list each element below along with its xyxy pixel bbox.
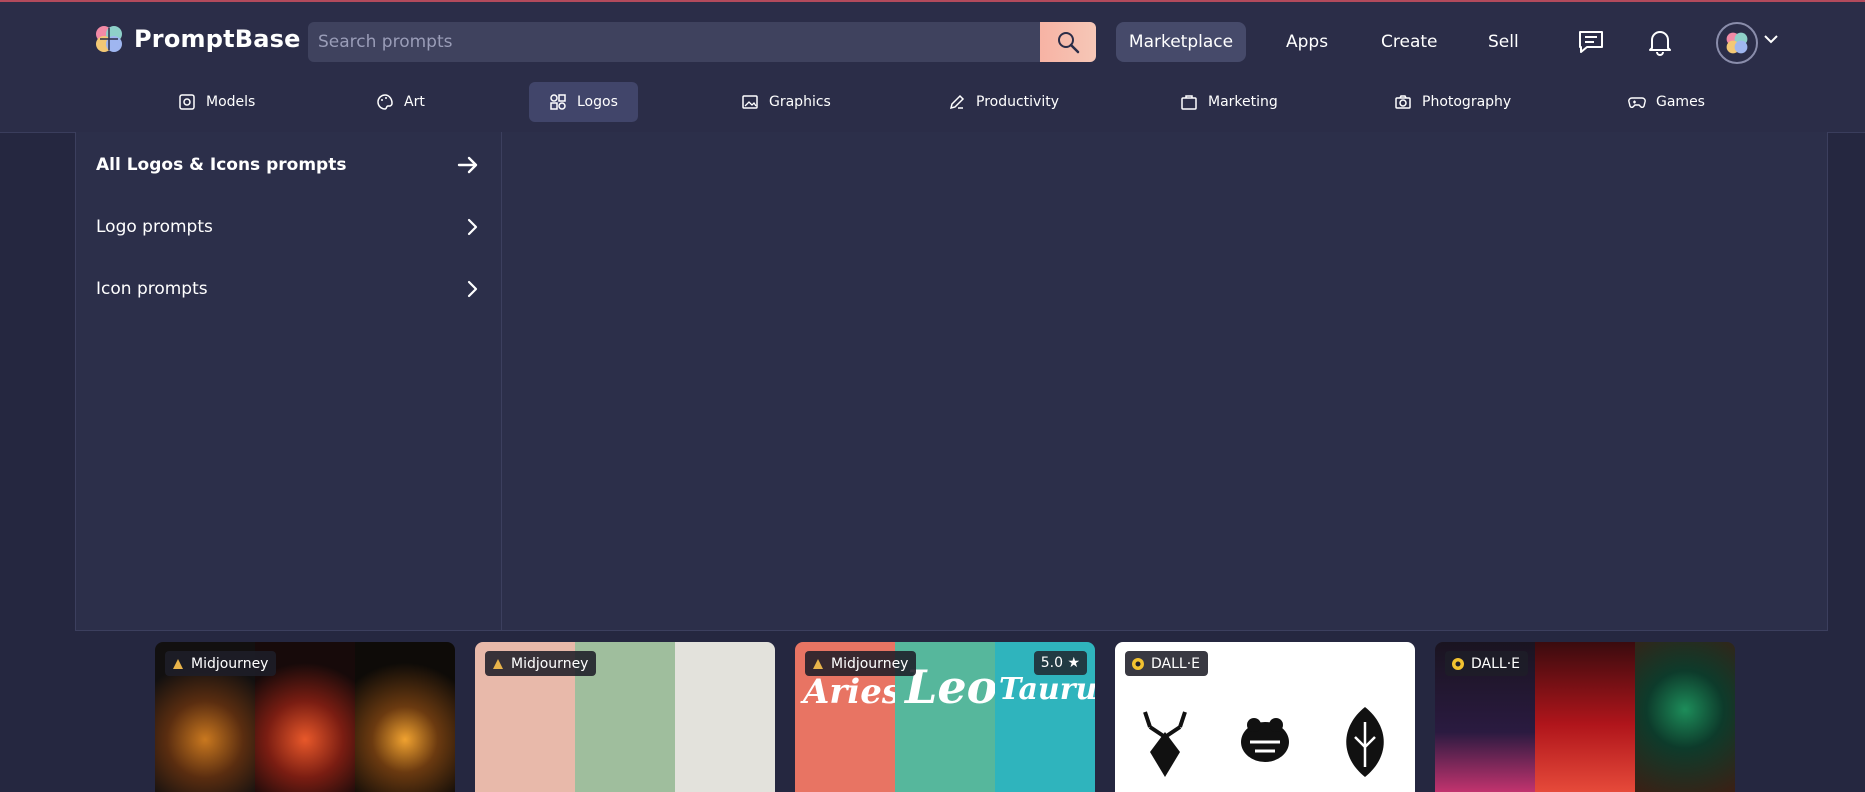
dropdown-menu-list: All Logos & Icons prompts Logo prompts I…	[76, 132, 502, 630]
image-icon	[742, 95, 758, 109]
category-photography[interactable]: Photography	[1374, 82, 1531, 122]
nav-apps[interactable]: Apps	[1286, 22, 1328, 62]
brand-logo[interactable]: PromptBase	[94, 24, 301, 54]
dalle-icon	[1132, 657, 1144, 670]
category-label: Art	[404, 94, 425, 110]
category-games[interactable]: Games	[1608, 82, 1725, 122]
category-marketing[interactable]: Marketing	[1160, 82, 1298, 122]
card-image-deer-emblem	[1143, 711, 1187, 777]
chevron-right-icon	[467, 218, 478, 236]
model-badge: Midjourney	[805, 651, 917, 676]
card-image-starbucks	[1635, 642, 1735, 792]
search-button[interactable]	[1040, 22, 1096, 62]
category-models[interactable]: Models	[158, 82, 275, 122]
model-label: DALL·E	[1151, 655, 1201, 672]
all-logos-icons-link[interactable]: All Logos & Icons prompts	[96, 152, 481, 178]
prompt-card[interactable]: DALL·E	[1435, 642, 1735, 792]
models-icon	[179, 94, 195, 110]
chevron-down-icon[interactable]	[1762, 30, 1780, 48]
card-word-aries: Aries	[803, 672, 901, 712]
category-label: Models	[206, 94, 256, 110]
category-productivity[interactable]: Productivity	[928, 82, 1079, 122]
chevron-right-icon	[467, 280, 478, 298]
category-logos[interactable]: Logos	[529, 82, 638, 122]
dalle-icon	[1452, 657, 1464, 670]
palette-icon	[377, 94, 393, 110]
header: PromptBase Marketplace Apps Create Sell	[0, 2, 1865, 133]
nav-sell[interactable]: Sell	[1488, 22, 1519, 62]
arrow-right-icon	[457, 156, 478, 174]
card-image-peacock-emblem	[1346, 707, 1384, 777]
search-icon	[1058, 32, 1080, 54]
camera-icon	[1395, 95, 1411, 109]
category-label: Productivity	[976, 94, 1059, 110]
model-label: Midjourney	[831, 655, 909, 672]
icon-prompts-label: Icon prompts	[96, 279, 208, 299]
prompt-card[interactable]: Midjourney	[155, 642, 455, 792]
category-graphics[interactable]: Graphics	[721, 82, 851, 122]
logo-prompts-item[interactable]: Logo prompts	[96, 217, 481, 237]
model-label: Midjourney	[511, 655, 589, 672]
avatar-brain-icon	[1726, 32, 1748, 54]
midjourney-icon	[813, 658, 823, 669]
brand-name: PromptBase	[134, 25, 301, 53]
logo-prompts-label: Logo prompts	[96, 217, 213, 237]
search-bar	[308, 22, 1096, 62]
briefcase-icon	[1181, 95, 1197, 110]
logos-icon	[550, 94, 566, 110]
category-label: Graphics	[769, 94, 831, 110]
logos-dropdown-panel: All Logos & Icons prompts Logo prompts I…	[75, 132, 1828, 631]
card-word-leo: Leo	[905, 660, 998, 714]
model-badge: DALL·E	[1445, 651, 1529, 676]
gamepad-icon	[1628, 97, 1646, 109]
prompt-card[interactable]: Midjourney	[475, 642, 775, 792]
nav-create[interactable]: Create	[1381, 22, 1438, 62]
card-image-cocacola	[1535, 642, 1635, 792]
midjourney-icon	[173, 658, 183, 669]
category-label: Marketing	[1208, 94, 1278, 110]
model-label: Midjourney	[191, 655, 269, 672]
model-badge: Midjourney	[485, 651, 597, 676]
all-logos-label: All Logos & Icons prompts	[96, 155, 347, 175]
category-art[interactable]: Art	[356, 82, 445, 122]
chat-icon	[1579, 31, 1603, 53]
messages-button[interactable]	[1575, 26, 1607, 58]
rating-badge: 5.0 ★	[1033, 651, 1087, 675]
nav-marketplace[interactable]: Marketplace	[1116, 22, 1246, 62]
icon-prompts-item[interactable]: Icon prompts	[96, 279, 481, 299]
category-label: Logos	[577, 94, 618, 110]
model-badge: Midjourney	[165, 651, 277, 676]
prompt-card[interactable]: DALL·E	[1115, 642, 1415, 792]
card-image-key	[355, 642, 455, 792]
model-badge: DALL·E	[1125, 651, 1209, 676]
search-input[interactable]	[308, 22, 1048, 62]
card-image-parrots	[675, 642, 775, 792]
category-label: Games	[1656, 94, 1705, 110]
card-word-taurus: Taurus	[999, 672, 1095, 707]
category-label: Photography	[1422, 94, 1512, 110]
avatar[interactable]	[1716, 22, 1758, 64]
pen-icon	[949, 94, 965, 110]
prompt-card[interactable]: Aries Leo Taurus Midjourney 5.0 ★	[795, 642, 1095, 792]
midjourney-icon	[493, 658, 503, 669]
model-label: DALL·E	[1471, 655, 1521, 672]
card-image-frog-emblem	[1241, 718, 1289, 762]
bell-icon	[1649, 31, 1671, 56]
notifications-button[interactable]	[1644, 26, 1676, 58]
brain-logo-icon	[96, 26, 122, 52]
